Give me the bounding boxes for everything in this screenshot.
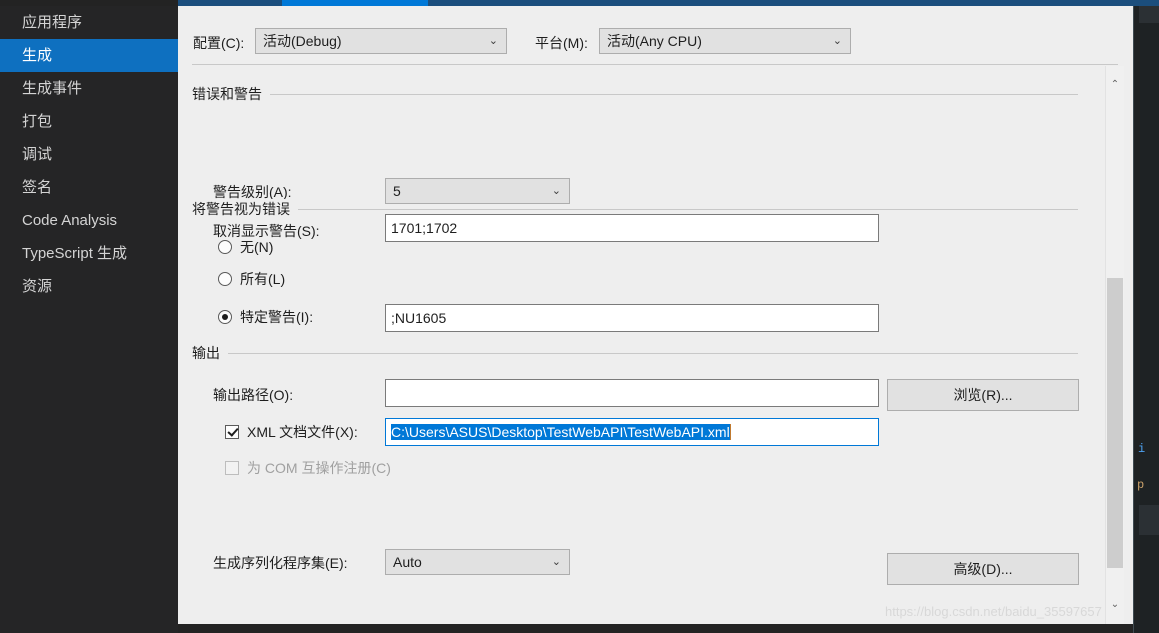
group-rule	[192, 94, 1078, 95]
treat-warnings-group-title: 将警告视为错误	[192, 199, 298, 219]
chevron-down-icon: ⌄	[551, 185, 561, 197]
sidebar-item-typescript-build[interactable]: TypeScript 生成	[0, 237, 178, 270]
errors-warnings-group-title: 错误和警告	[192, 84, 270, 104]
radio-all-label: 所有(L)	[240, 271, 286, 287]
scroll-up-arrow-icon[interactable]: ⌃	[1106, 76, 1124, 94]
sidebar-item-build[interactable]: 生成	[0, 39, 205, 72]
serialization-assembly-label: 生成序列化程序集(E):	[213, 555, 348, 571]
text-caret	[729, 424, 731, 440]
chevron-down-icon: ⌄	[832, 35, 842, 47]
radio-specific-warnings-mark	[218, 310, 232, 324]
sidebar-item-resources[interactable]: 资源	[0, 270, 178, 303]
platform-label: 平台(M):	[535, 35, 588, 51]
advanced-button[interactable]: 高级(D)...	[887, 553, 1079, 585]
editor-peek-line-b: p	[1137, 478, 1145, 492]
sidebar-item-build-events[interactable]: 生成事件	[0, 72, 178, 105]
scroll-down-arrow-icon[interactable]: ⌄	[1106, 596, 1124, 614]
configuration-label: 配置(C):	[193, 35, 245, 51]
warning-level-value: 5	[393, 183, 401, 199]
configuration-dropdown[interactable]: 活动(Debug) ⌄	[255, 28, 507, 54]
sidebar-item-label: 生成	[22, 47, 53, 64]
sidebar-item-label: 调试	[22, 146, 53, 163]
code-editor-peek: i p	[1133, 0, 1159, 633]
sidebar-item-label: TypeScript 生成	[22, 245, 128, 262]
sidebar-item-label: 资源	[22, 278, 53, 295]
radio-all-mark	[218, 272, 232, 286]
browse-button[interactable]: 浏览(R)...	[887, 379, 1079, 411]
sidebar-item-package[interactable]: 打包	[0, 105, 178, 138]
configuration-header: 配置(C): 活动(Debug) ⌄ 平台(M): 活动(Any CPU) ⌄	[178, 6, 1133, 64]
serialization-assembly-value: Auto	[393, 554, 422, 570]
warning-level-dropdown[interactable]: 5 ⌄	[385, 178, 570, 204]
output-group-title: 输出	[192, 343, 228, 363]
sidebar-item-signing[interactable]: 签名	[0, 171, 178, 204]
scrollbar-thumb[interactable]	[1107, 278, 1123, 568]
chevron-down-icon: ⌄	[488, 35, 498, 47]
properties-scroll-area: 错误和警告 警告级别(A): 5 ⌄ 取消显示警告(S): 1701;1702 …	[178, 66, 1133, 624]
editor-peek-block-bottom	[1139, 505, 1159, 535]
ide-root: i p 应用程序 生成 生成事件 打包 调试 签名 Code Analysis …	[0, 0, 1159, 633]
platform-value: 活动(Any CPU)	[607, 33, 702, 49]
serialization-assembly-dropdown[interactable]: Auto ⌄	[385, 549, 570, 575]
com-interop-label: 为 COM 互操作注册(C)	[247, 460, 391, 476]
com-interop-check-mark	[225, 461, 239, 475]
sidebar-item-application[interactable]: 应用程序	[0, 6, 178, 39]
sidebar-item-code-analysis[interactable]: Code Analysis	[0, 204, 178, 237]
header-divider	[192, 64, 1118, 65]
vertical-scrollbar[interactable]: ⌃ ⌄	[1105, 66, 1124, 624]
output-path-input[interactable]	[385, 379, 879, 407]
sidebar-item-label: 签名	[22, 179, 53, 196]
xml-doc-path-value: C:\Users\ASUS\Desktop\TestWebAPI\TestWeb…	[391, 424, 730, 440]
sidebar-item-label: 打包	[22, 113, 53, 130]
specific-warnings-value: ;NU1605	[391, 310, 447, 326]
xml-doc-path-input[interactable]: C:\Users\ASUS\Desktop\TestWebAPI\TestWeb…	[385, 418, 879, 446]
radio-specific-warnings-label: 特定警告(I):	[240, 309, 314, 325]
xml-doc-check-mark	[225, 425, 239, 439]
xml-doc-label: XML 文档文件(X):	[247, 424, 358, 440]
suppress-warnings-value: 1701;1702	[391, 220, 458, 236]
configuration-value: 活动(Debug)	[263, 33, 342, 49]
sidebar-item-debug[interactable]: 调试	[0, 138, 178, 171]
specific-warnings-input[interactable]: ;NU1605	[385, 304, 879, 332]
chevron-down-icon: ⌄	[551, 556, 561, 568]
radio-none-label: 无(N)	[240, 239, 274, 255]
sidebar-item-label: Code Analysis	[22, 212, 118, 229]
properties-sidebar: 应用程序 生成 生成事件 打包 调试 签名 Code Analysis Type…	[0, 6, 205, 633]
sidebar-item-label: 生成事件	[22, 80, 83, 97]
platform-dropdown[interactable]: 活动(Any CPU) ⌄	[599, 28, 851, 54]
group-rule	[192, 209, 1078, 210]
suppress-warnings-input[interactable]: 1701;1702	[385, 214, 879, 242]
output-path-label: 输出路径(O):	[213, 387, 294, 403]
editor-peek-line-a: i	[1138, 442, 1146, 456]
group-rule	[192, 353, 1078, 354]
sidebar-item-label: 应用程序	[22, 14, 83, 31]
radio-none-mark	[218, 240, 232, 254]
build-properties-page: 配置(C): 活动(Debug) ⌄ 平台(M): 活动(Any CPU) ⌄ …	[178, 6, 1133, 624]
